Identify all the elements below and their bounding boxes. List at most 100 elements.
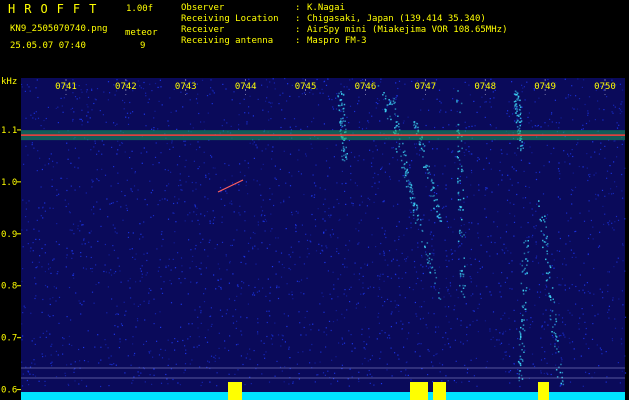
noise-speckle	[160, 276, 162, 278]
noise-speckle	[185, 181, 187, 183]
noise-speckle	[228, 164, 230, 166]
noise-speckle	[617, 219, 620, 221]
noise-speckle	[323, 311, 325, 313]
noise-speckle	[231, 182, 234, 184]
noise-speckle	[558, 284, 560, 286]
noise-speckle	[369, 382, 371, 384]
noise-speckle	[27, 221, 29, 223]
noise-speckle	[575, 230, 577, 232]
noise-speckle	[260, 215, 262, 217]
meteor-echo-point	[377, 85, 380, 87]
noise-speckle	[501, 272, 503, 274]
noise-speckle	[317, 374, 319, 376]
meteor-echo-point	[436, 210, 438, 213]
noise-speckle	[367, 287, 369, 289]
noise-speckle	[21, 280, 23, 282]
noise-speckle	[622, 243, 624, 245]
noise-speckle	[585, 371, 587, 373]
noise-speckle	[516, 373, 518, 375]
noise-speckle	[371, 375, 373, 378]
noise-speckle	[324, 188, 326, 191]
noise-speckle	[283, 267, 285, 269]
noise-speckle	[417, 343, 419, 345]
noise-speckle	[368, 336, 370, 338]
noise-speckle	[179, 155, 181, 157]
noise-speckle	[373, 286, 375, 289]
noise-speckle	[430, 286, 432, 288]
noise-speckle	[511, 166, 513, 168]
meteor-echo-point	[544, 215, 546, 217]
meteor-echo-point	[395, 148, 397, 150]
noise-speckle	[546, 214, 549, 216]
noise-speckle	[588, 373, 590, 375]
noise-speckle	[384, 230, 386, 232]
noise-speckle	[375, 193, 377, 195]
noise-speckle	[239, 214, 241, 216]
meteor-echo-point	[545, 258, 547, 261]
meteor-echo-point	[527, 245, 529, 247]
noise-speckle	[51, 343, 53, 345]
meteor-echo-point	[406, 173, 408, 175]
y-tick-label: 0.6	[1, 386, 17, 396]
noise-speckle	[375, 246, 377, 248]
noise-speckle	[364, 263, 366, 265]
noise-speckle	[568, 337, 570, 339]
noise-speckle	[167, 339, 169, 341]
noise-speckle	[432, 148, 434, 150]
noise-speckle	[594, 372, 596, 374]
noise-speckle	[341, 337, 343, 339]
noise-speckle	[297, 351, 299, 353]
noise-speckle	[114, 231, 116, 233]
noise-speckle	[470, 277, 472, 280]
noise-speckle	[616, 127, 619, 129]
meteor-echo-point	[400, 155, 402, 157]
noise-speckle	[460, 341, 462, 343]
noise-speckle	[369, 373, 371, 375]
noise-speckle	[453, 88, 455, 90]
noise-speckle	[392, 147, 395, 149]
meteor-echo-point	[550, 318, 552, 321]
noise-speckle	[195, 182, 197, 184]
noise-speckle	[569, 381, 572, 383]
noise-speckle	[295, 210, 297, 212]
noise-speckle	[53, 258, 55, 260]
noise-speckle	[519, 312, 522, 314]
noise-speckle	[316, 374, 318, 376]
noise-speckle	[72, 120, 74, 122]
noise-speckle	[507, 110, 509, 112]
noise-speckle	[91, 186, 93, 188]
noise-speckle	[212, 222, 214, 225]
meteor-echo-point	[458, 150, 461, 152]
noise-speckle	[43, 119, 45, 122]
noise-speckle	[616, 156, 618, 158]
noise-speckle	[494, 242, 496, 244]
noise-speckle	[214, 247, 216, 250]
noise-speckle	[244, 256, 246, 258]
meteor-echo-point	[462, 189, 464, 191]
noise-speckle	[362, 275, 364, 277]
noise-speckle	[445, 184, 447, 186]
noise-speckle	[541, 325, 543, 327]
noise-speckle	[608, 224, 610, 226]
noise-speckle	[309, 240, 311, 242]
meteor-echo-point	[525, 287, 528, 289]
noise-speckle	[240, 287, 243, 289]
noise-speckle	[351, 350, 353, 352]
meteor-echo-point	[555, 318, 557, 320]
noise-speckle	[170, 283, 172, 285]
meteor-echo-point	[516, 98, 518, 100]
noise-speckle	[466, 326, 468, 328]
noise-speckle	[131, 382, 133, 384]
noise-speckle	[161, 292, 164, 294]
noise-speckle	[109, 363, 111, 365]
noise-speckle	[459, 277, 462, 279]
meteor-echo-point	[462, 209, 464, 211]
noise-speckle	[288, 196, 290, 198]
meteor-echo-point	[412, 211, 415, 213]
noise-speckle	[404, 297, 406, 299]
noise-speckle	[210, 355, 213, 357]
noise-speckle	[470, 184, 472, 186]
meteor-echo-point	[460, 140, 463, 142]
noise-speckle	[413, 217, 415, 219]
noise-speckle	[161, 231, 163, 233]
